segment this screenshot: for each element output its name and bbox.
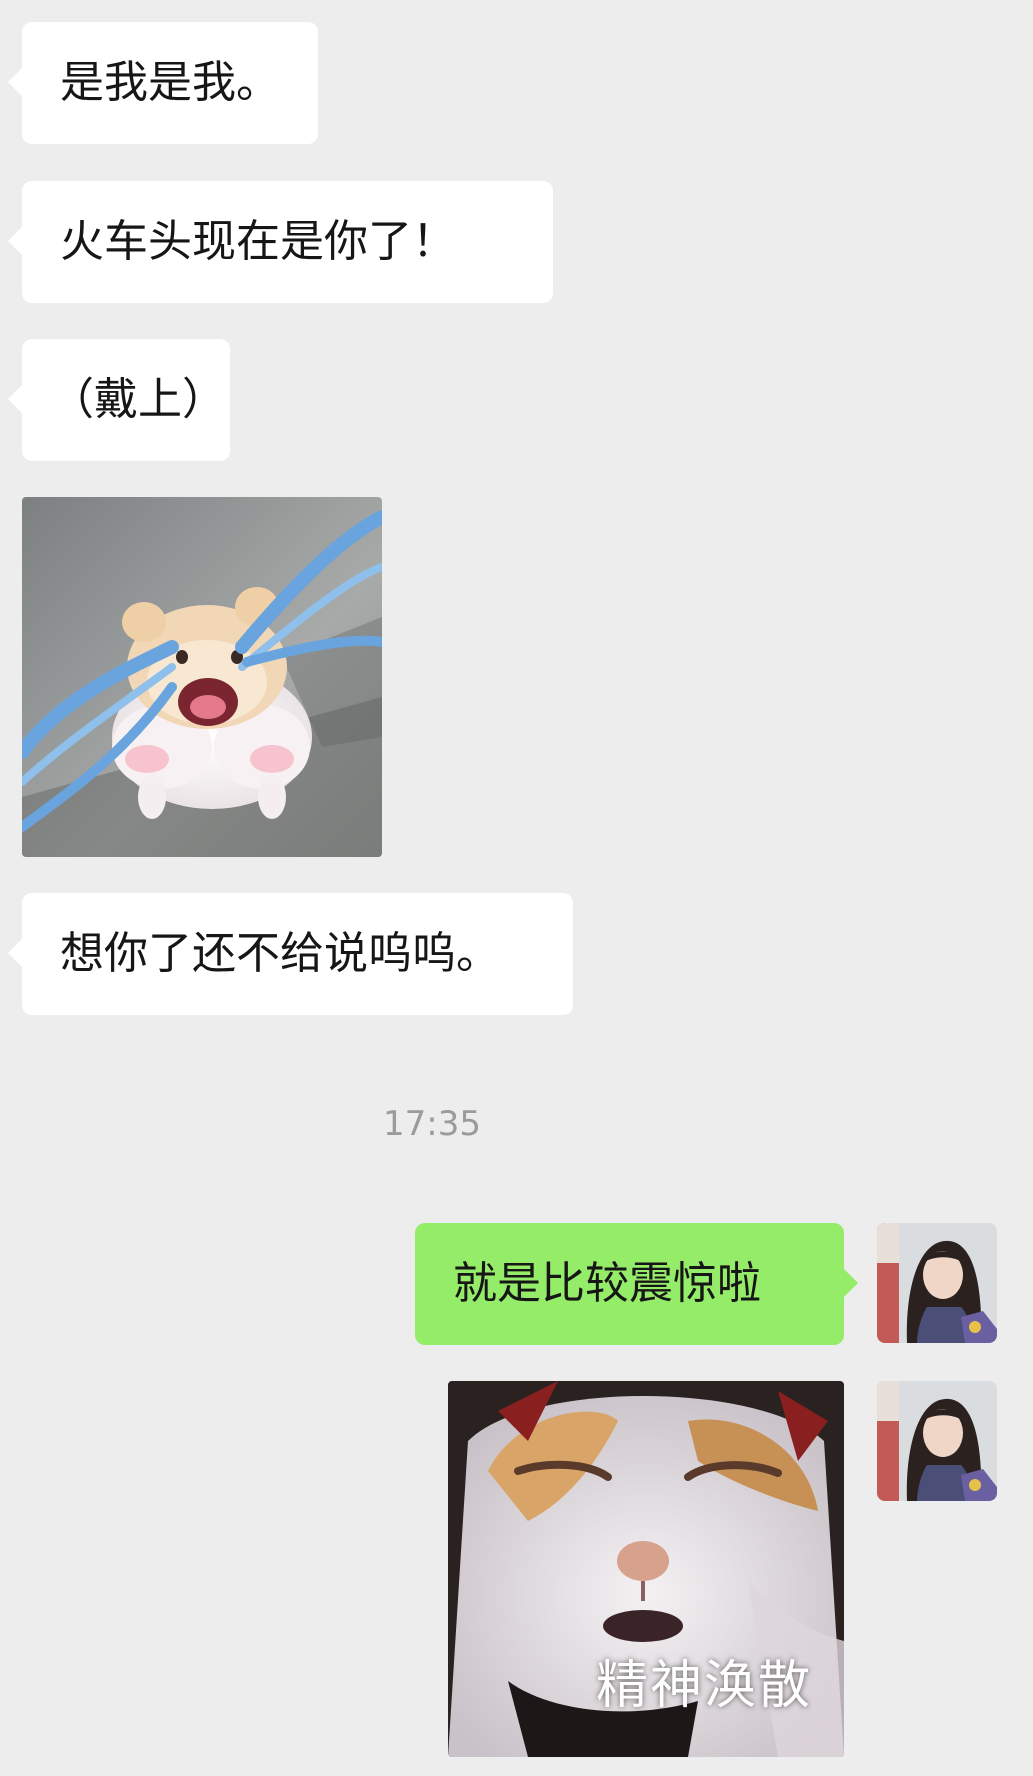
message-text: 是我是我。 <box>60 57 280 108</box>
avatar-image <box>877 1223 997 1343</box>
outgoing-message[interactable]: 就是比较震惊啦 <box>415 1223 858 1345</box>
message-text: （戴上） <box>50 374 226 425</box>
chat-message-list[interactable]: 是我是我。 火车头现在是你了！ （戴上） 想你了还不给说呜呜。 17:35 就是… <box>0 0 1033 1776</box>
crying-hamster-sticker-image <box>22 497 382 857</box>
incoming-message[interactable]: 是我是我。 <box>8 22 318 144</box>
sticker-caption: 精神涣散 <box>596 1656 813 1716</box>
incoming-message[interactable]: 火车头现在是你了！ <box>8 181 553 303</box>
crying-hamster-sticker[interactable] <box>22 497 382 857</box>
message-timestamp: 17:35 <box>383 1104 481 1144</box>
incoming-message[interactable]: 想你了还不给说呜呜。 <box>8 893 573 1015</box>
message-text: 想你了还不给说呜呜。 <box>60 928 500 979</box>
incoming-message[interactable]: （戴上） <box>8 339 230 461</box>
cat-meme-sticker[interactable]: 精神涣散 <box>448 1381 844 1757</box>
message-text: 就是比较震惊啦 <box>453 1258 761 1309</box>
avatar[interactable] <box>877 1381 997 1501</box>
avatar-image <box>877 1381 997 1501</box>
message-text: 火车头现在是你了！ <box>60 216 456 267</box>
avatar[interactable] <box>877 1223 997 1343</box>
